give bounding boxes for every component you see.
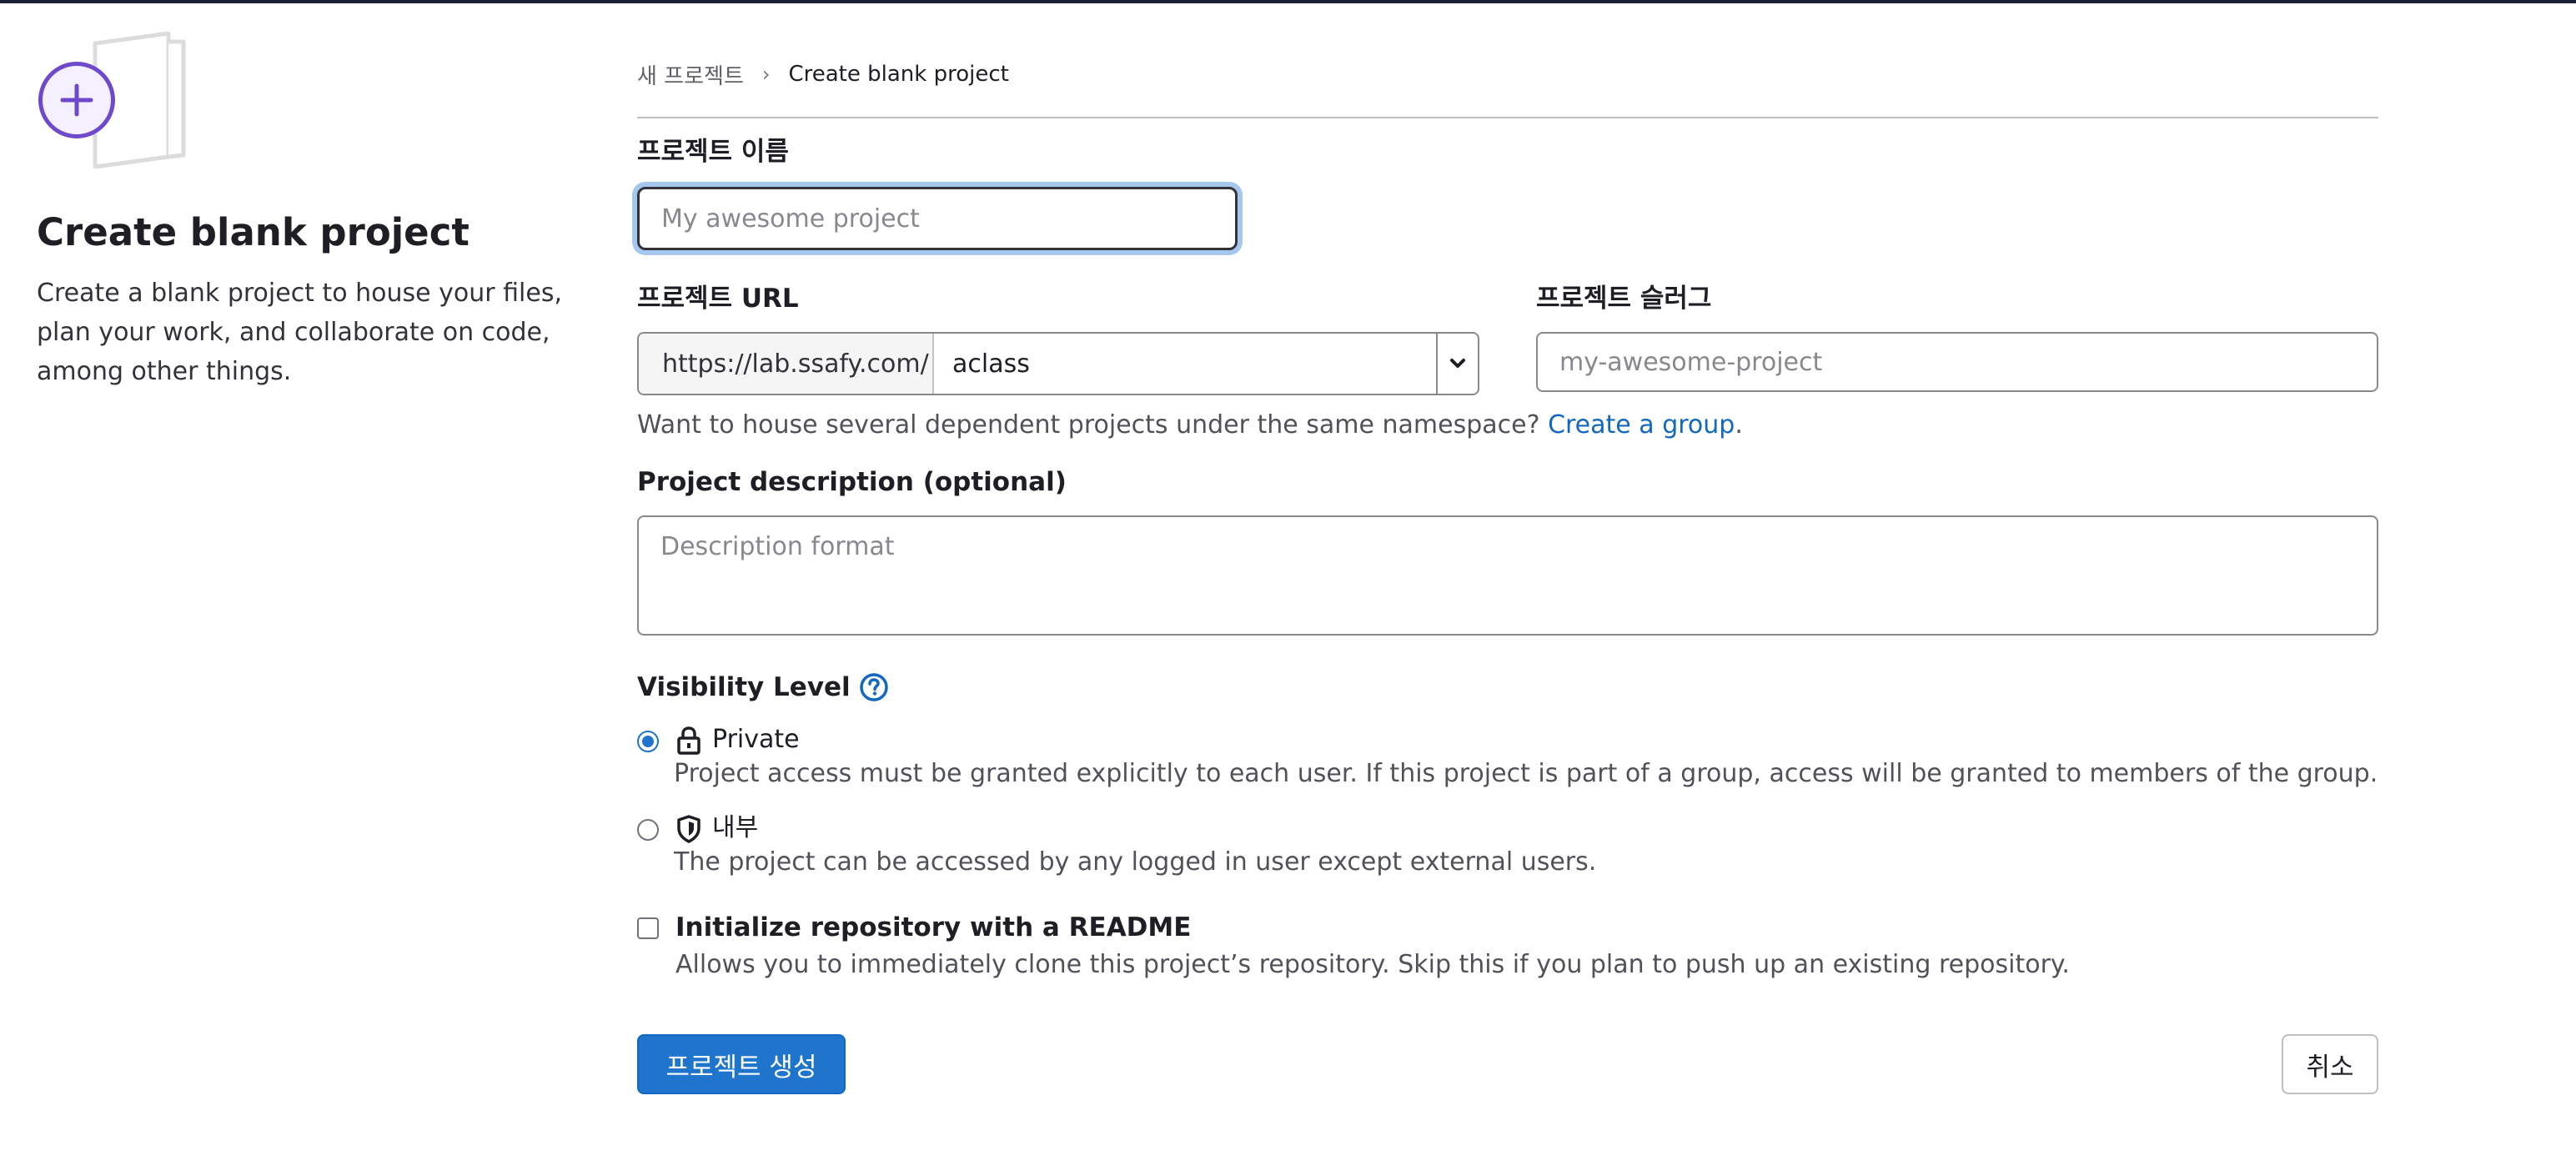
project-name-input[interactable] [637, 187, 1238, 250]
create-group-link[interactable]: Create a group [1548, 410, 1735, 440]
visibility-option-internal[interactable]: 내부 The project can be accessed by any lo… [637, 811, 1596, 879]
visibility-option-private[interactable]: Private Project access must be granted e… [637, 722, 2378, 791]
visibility-internal-description: The project can be accessed by any logge… [674, 847, 1597, 877]
visibility-radio-private[interactable] [637, 731, 659, 752]
project-description-label: Project description (optional) [637, 467, 1067, 497]
project-url-label: 프로젝트 URL [637, 284, 799, 314]
chevron-right-icon: › [761, 63, 771, 86]
namespace-help-text: Want to house several dependent projects… [637, 407, 1743, 444]
visibility-radio-internal[interactable] [637, 819, 659, 841]
project-name-label: 프로젝트 이름 [637, 137, 789, 167]
visibility-private-title: Private [712, 725, 800, 754]
url-prefix: https://lab.ssafy.com/ [639, 334, 934, 394]
namespace-select[interactable]: aclass [934, 334, 1436, 394]
breadcrumb-new-project-link[interactable]: 새 프로젝트 [637, 59, 744, 90]
breadcrumb: 새 프로젝트 › Create blank project [637, 55, 1009, 93]
readme-checkbox[interactable] [637, 917, 659, 939]
project-slug-label: 프로젝트 슬러그 [1536, 284, 1712, 314]
visibility-internal-title: 내부 [712, 813, 759, 842]
readme-option[interactable]: Initialize repository with a README Allo… [637, 909, 2070, 984]
blank-project-illustration [37, 27, 195, 182]
top-border [0, 0, 2576, 3]
readme-label: Initialize repository with a README [675, 912, 1192, 942]
project-slug-input[interactable] [1536, 332, 2378, 392]
visibility-level-label: Visibility Level [637, 669, 889, 706]
readme-description: Allows you to immediately clone this pro… [675, 950, 2070, 979]
header-divider [637, 117, 2378, 118]
panel-title: Create blank project [37, 210, 470, 254]
project-url-group: https://lab.ssafy.com/ aclass [637, 332, 1479, 395]
panel-description: Create a blank project to house your fil… [37, 279, 562, 386]
lock-icon [677, 726, 700, 755]
question-circle-icon[interactable] [859, 672, 889, 702]
chevron-down-icon [1450, 359, 1465, 368]
visibility-level-text: Visibility Level [637, 672, 851, 702]
namespace-help-period: . [1735, 410, 1743, 440]
cancel-button[interactable]: 취소 [2282, 1034, 2378, 1094]
visibility-private-description: Project access must be granted explicitl… [674, 759, 2378, 788]
project-description-input[interactable] [637, 515, 2378, 636]
plus-circle-icon [38, 62, 115, 138]
namespace-dropdown-button[interactable] [1436, 334, 1478, 394]
create-project-button[interactable]: 프로젝트 생성 [637, 1034, 846, 1094]
shield-icon [677, 815, 700, 843]
breadcrumb-current[interactable]: Create blank project [788, 62, 1008, 87]
namespace-help-question: Want to house several dependent projects… [637, 410, 1540, 440]
